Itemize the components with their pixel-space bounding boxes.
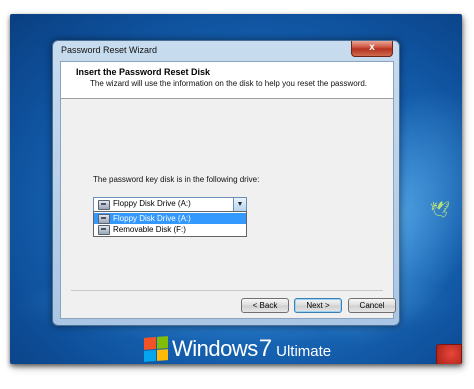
power-icon[interactable] [436, 344, 462, 364]
next-button[interactable]: Next > [294, 298, 342, 313]
page-title: Insert the Password Reset Disk [76, 67, 211, 77]
windows-branding: Windows 7 Ultimate [144, 334, 331, 364]
title-bar[interactable]: Password Reset Wizard x [53, 41, 399, 61]
floppy-drive-icon [98, 200, 110, 210]
drive-option-label: Removable Disk (F:) [113, 225, 186, 234]
wizard-body: Insert the Password Reset Disk The wizar… [60, 61, 396, 319]
floppy-drive-icon [98, 214, 110, 224]
drive-option-removable[interactable]: Removable Disk (F:) [94, 224, 246, 235]
close-button[interactable]: x [351, 41, 393, 57]
cancel-button[interactable]: Cancel [348, 298, 396, 313]
drive-select[interactable]: Floppy Disk Drive (A:) ▼ [93, 197, 247, 212]
brand-name: Windows [172, 336, 258, 361]
button-separator [71, 290, 383, 291]
bird-icon: 🕊 [430, 202, 451, 219]
drive-select-value: Floppy Disk Drive (A:) [113, 199, 191, 208]
password-reset-wizard-window: Password Reset Wizard x Insert the Passw… [52, 40, 400, 326]
drive-option-label: Floppy Disk Drive (A:) [113, 214, 191, 223]
wizard-header: Insert the Password Reset Disk The wizar… [61, 62, 393, 99]
brand-edition: Ultimate [276, 342, 332, 360]
windows-logo-icon [144, 336, 168, 362]
drive-dropdown-list: Floppy Disk Drive (A:) Removable Disk (F… [93, 211, 247, 237]
chevron-down-icon[interactable]: ▼ [233, 198, 246, 211]
drive-option-floppy[interactable]: Floppy Disk Drive (A:) [94, 213, 246, 224]
drive-prompt-label: The password key disk is in the followin… [93, 175, 260, 184]
window-title: Password Reset Wizard [61, 45, 158, 55]
page-description: The wizard will use the information on t… [90, 79, 368, 88]
brand-version: 7 [258, 335, 273, 362]
screenshot-frame: 🕊 Password Reset Wizard x Insert the Pas… [10, 14, 462, 364]
back-button[interactable]: < Back [241, 298, 289, 313]
removable-disk-icon [98, 225, 110, 235]
